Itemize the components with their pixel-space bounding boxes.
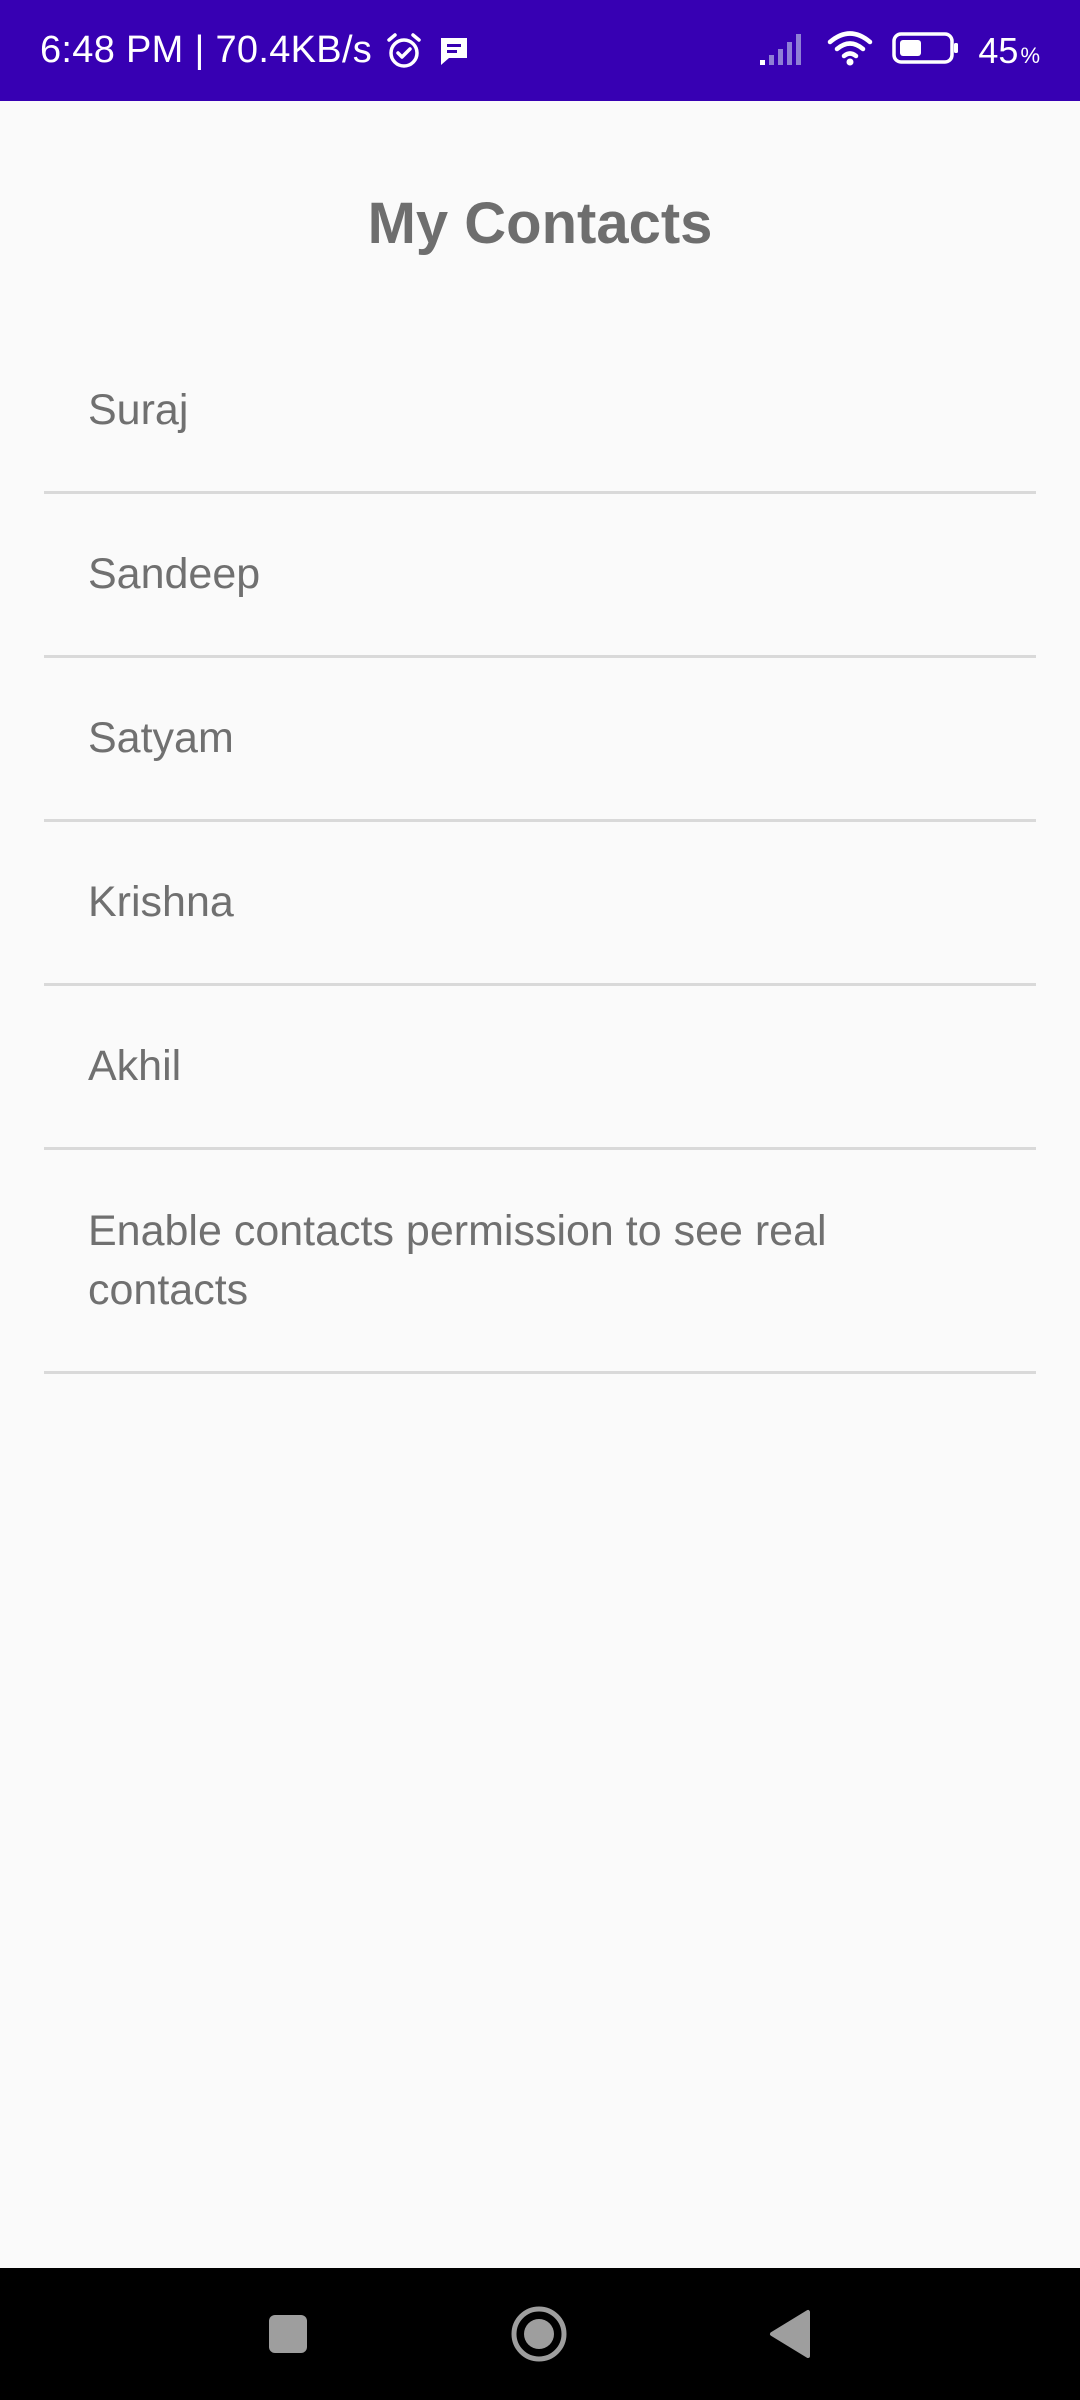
battery-value: 45 [978, 29, 1019, 71]
alarm-icon [384, 31, 424, 71]
home-button[interactable] [503, 2298, 575, 2370]
home-icon [511, 2306, 567, 2362]
contact-name: Akhil [88, 1042, 182, 1090]
contact-item-sandeep[interactable]: Sandeep [44, 494, 1036, 658]
contact-name: Satyam [88, 714, 234, 762]
page-title: My Contacts [367, 191, 713, 256]
contact-name: Suraj [88, 386, 189, 434]
contact-list: Suraj Sandeep Satyam Krishna Akhil Enabl… [44, 330, 1036, 1374]
contact-name: Sandeep [88, 550, 261, 598]
signal-icon [758, 30, 808, 71]
status-left: 6:48 PM | 70.4KB/s [40, 29, 472, 72]
permission-notice-item[interactable]: Enable contacts permission to see real c… [44, 1150, 1036, 1374]
wifi-icon [826, 29, 874, 72]
contact-item-krishna[interactable]: Krishna [44, 822, 1036, 986]
battery-percent: 45% [978, 30, 1040, 72]
message-icon [436, 33, 472, 69]
navigation-bar [0, 2268, 1080, 2400]
contact-name: Krishna [88, 878, 234, 926]
contact-item-satyam[interactable]: Satyam [44, 658, 1036, 822]
battery-unit: % [1020, 42, 1040, 68]
status-right: 45% [758, 29, 1040, 72]
recents-button[interactable] [252, 2298, 324, 2370]
battery-icon [892, 31, 960, 70]
permission-notice-text: Enable contacts permission to see real c… [88, 1206, 827, 1314]
back-icon [770, 2310, 810, 2358]
status-bar: 6:48 PM | 70.4KB/s 45 % [0, 0, 1080, 101]
time-speed-text: 6:48 PM | 70.4KB/s [40, 29, 373, 71]
contact-item-akhil[interactable]: Akhil [44, 986, 1036, 1150]
contact-item-suraj[interactable]: Suraj [44, 330, 1036, 494]
screen: 6:48 PM | 70.4KB/s 45 % My Contacts Sura… [0, 0, 1080, 2400]
back-button[interactable] [754, 2298, 826, 2370]
recents-icon [269, 2315, 307, 2353]
